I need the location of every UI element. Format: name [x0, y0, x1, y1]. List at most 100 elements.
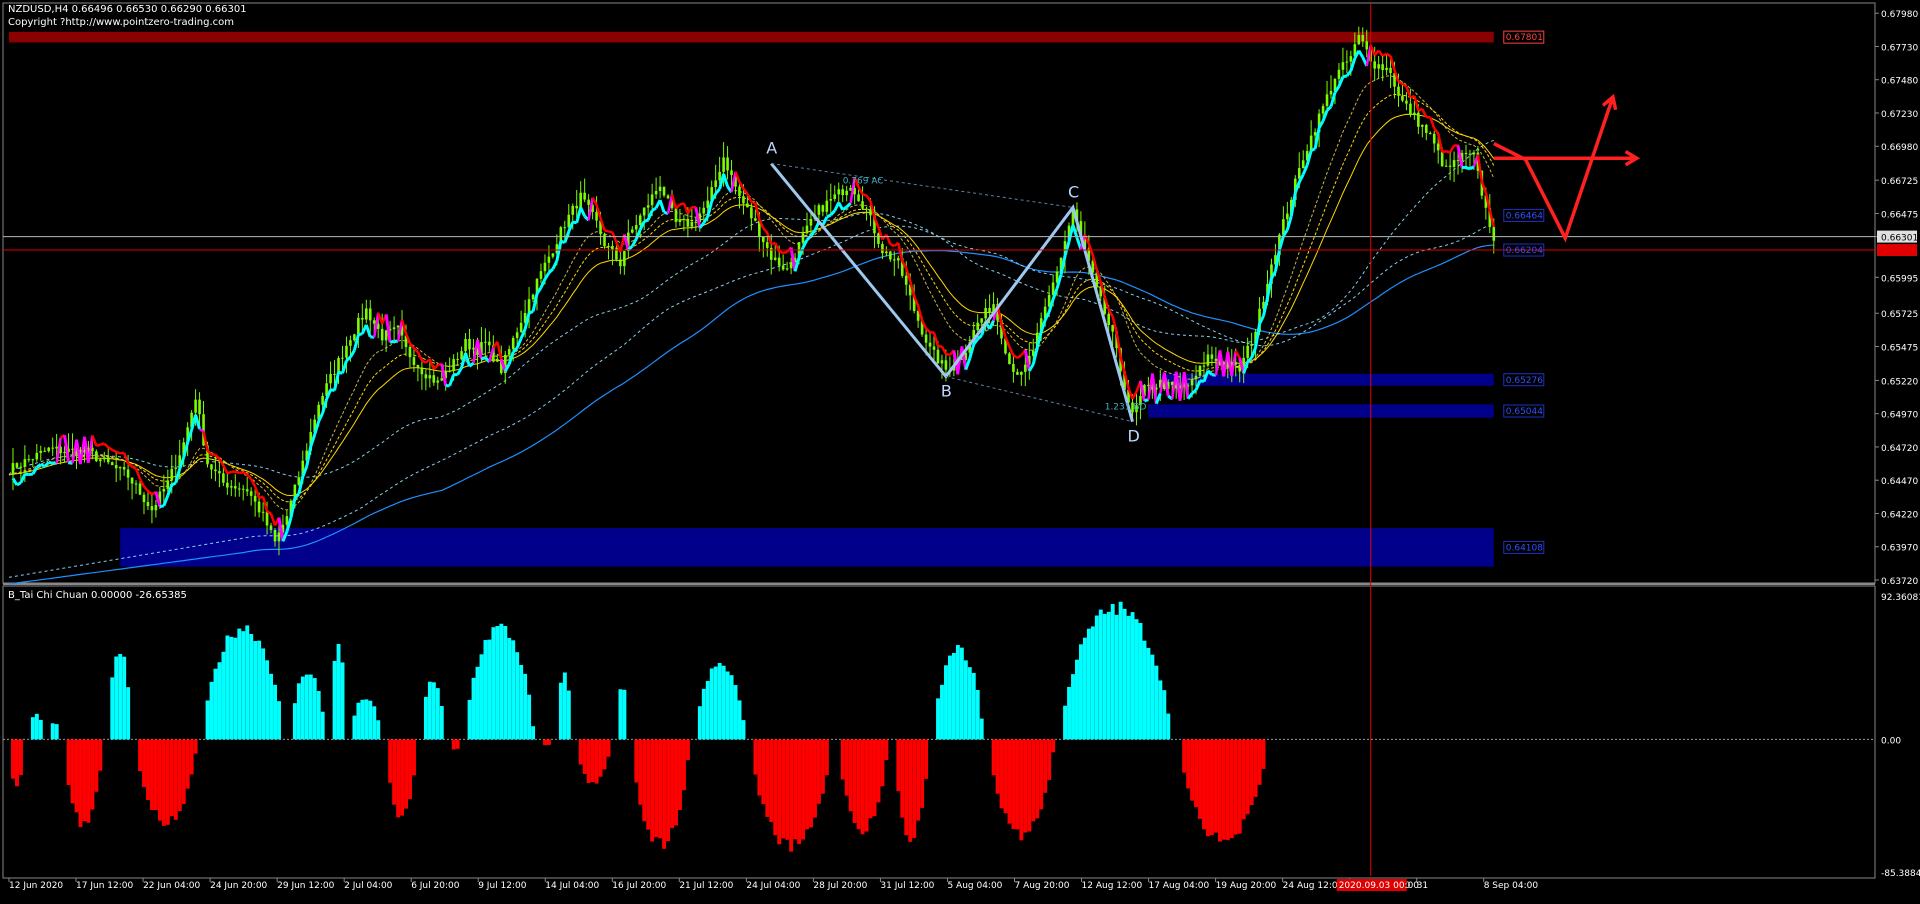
time-tick-label: 12 Jun 2020 [9, 881, 63, 891]
candle-body [774, 258, 777, 260]
histogram-bar [297, 683, 301, 739]
histogram-bar [114, 657, 118, 740]
candle-body [579, 193, 582, 209]
candle-body [615, 249, 618, 259]
histogram-bar [1079, 644, 1083, 739]
histogram-bar [543, 739, 547, 745]
trail-segment [942, 347, 946, 354]
candle-body [103, 457, 106, 459]
candle-body [722, 157, 725, 171]
histogram-bar [499, 624, 503, 740]
candle-body [841, 189, 844, 195]
candle-body [1302, 160, 1305, 168]
histogram-bar [881, 739, 885, 786]
candle-body [516, 332, 519, 338]
price-chart[interactable]: 0.678010.652760.650440.64108ABCD0.769 AC… [0, 0, 1920, 900]
price-tick-label: 0.67730 [1881, 43, 1918, 53]
histogram-bar [1226, 739, 1230, 840]
candle-body [432, 375, 435, 382]
candle-body [1361, 35, 1364, 41]
candle-body [417, 365, 420, 367]
trail-segment [934, 333, 938, 347]
candle-body [826, 201, 829, 212]
pattern-ratio-0: 0.769 AC [843, 177, 884, 187]
candle-body [1350, 56, 1353, 61]
histogram-bar [873, 739, 877, 816]
trail-segment [307, 447, 311, 467]
candle-body [833, 194, 836, 199]
trail-segment [251, 479, 255, 487]
candle-body [520, 323, 523, 333]
histogram-bar [1071, 674, 1075, 739]
histogram-bar [1019, 739, 1023, 840]
candle-body [1397, 87, 1400, 96]
candle-body [822, 205, 825, 212]
candle-body [147, 502, 150, 506]
histogram-bar [372, 706, 376, 739]
candle-body [750, 207, 753, 218]
candle-body [567, 215, 570, 228]
candle-body [24, 459, 27, 467]
candle-body [266, 512, 269, 526]
candle-body [786, 268, 789, 269]
candle-body [1020, 372, 1023, 375]
histogram-bar [221, 652, 225, 740]
time-tick-label: 22 Jun 04:00 [143, 881, 200, 891]
trail-segment [827, 215, 831, 217]
candle-body [51, 448, 54, 449]
trail-segment [843, 207, 847, 210]
candle-body [508, 349, 511, 355]
histogram-bar [1000, 739, 1004, 808]
trail-segment [581, 207, 585, 216]
histogram-bar [206, 700, 210, 739]
highlighted-time-label: 2020.09.03 00:00 [1339, 881, 1420, 891]
price-tick-label: 0.67980 [1881, 10, 1918, 20]
candle-body [631, 229, 634, 232]
trail-segment [541, 279, 545, 287]
histogram-bar [972, 673, 976, 739]
histogram-bar [79, 739, 83, 827]
histogram-bar [547, 739, 551, 745]
histogram-bar [896, 739, 900, 791]
histogram-bar [503, 626, 507, 739]
candle-body [595, 212, 598, 221]
candle-body [131, 478, 134, 484]
histogram-bar [710, 668, 714, 739]
candle-body [937, 350, 940, 364]
candle-body [1330, 91, 1333, 94]
histogram-bar [789, 739, 793, 851]
trail-segment [176, 469, 180, 483]
candle-body [373, 320, 376, 323]
trail-segment [724, 174, 728, 187]
trail-segment [104, 444, 108, 448]
histogram-bar [1051, 739, 1055, 752]
trail-segment [755, 203, 759, 219]
candle-body [1377, 64, 1380, 68]
histogram-bar [841, 739, 845, 779]
trail-segment [164, 496, 168, 506]
trail-segment [763, 228, 767, 233]
trail-segment [636, 230, 640, 239]
trail-segment [366, 325, 370, 337]
histogram-bar [900, 739, 904, 817]
histogram-bar [1210, 739, 1214, 835]
histogram-bar [83, 739, 87, 821]
trail-segment [271, 514, 275, 526]
histogram-bar [1194, 739, 1198, 807]
trail-segment [1236, 351, 1240, 358]
trail-segment [1399, 82, 1403, 84]
trail-segment [1033, 348, 1037, 365]
price-tick-label: 0.66475 [1881, 210, 1918, 220]
histogram-bar [146, 739, 150, 800]
candle-body [1409, 104, 1412, 115]
candle-body [571, 206, 574, 215]
histogram-bar [1190, 739, 1194, 800]
histogram-bar [408, 739, 412, 799]
trail-segment [1327, 107, 1331, 111]
trail-segment [1470, 167, 1474, 169]
time-tick-label: 24 Jun 20:00 [210, 881, 267, 891]
candle-body [726, 157, 729, 170]
candle-body [714, 180, 717, 187]
histogram-bar [436, 688, 440, 739]
candle-body [1385, 68, 1388, 70]
